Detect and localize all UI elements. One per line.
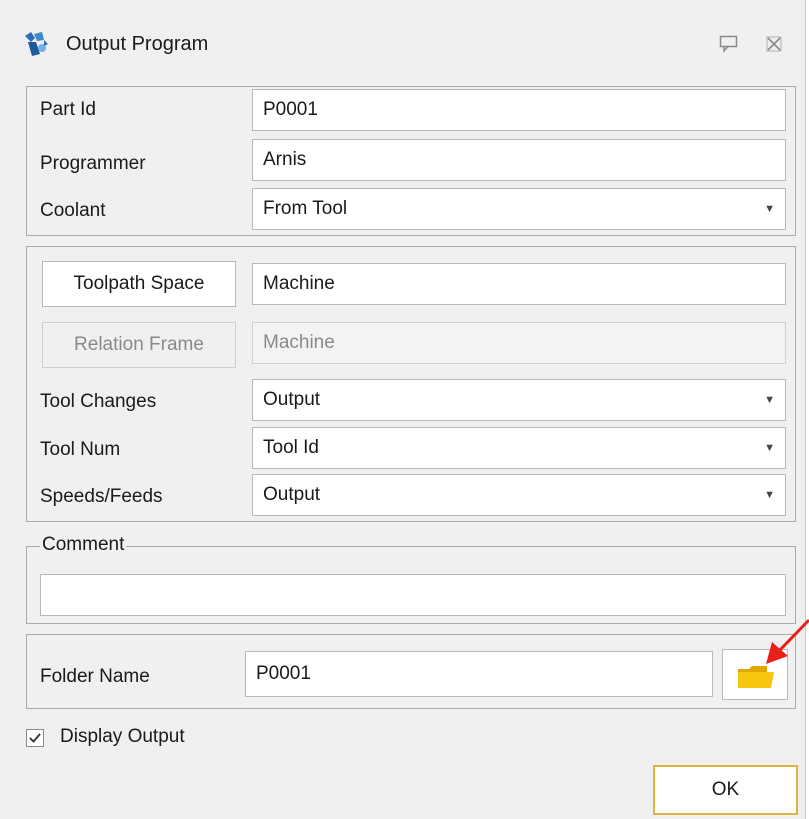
display-output-label: Display Output bbox=[60, 726, 185, 747]
speeds-feeds-value: Output bbox=[263, 484, 321, 505]
output-program-dialog: Output Program Part Id P0001 Programmer … bbox=[0, 0, 806, 819]
close-icon[interactable] bbox=[766, 36, 782, 52]
coolant-label: Coolant bbox=[40, 200, 106, 221]
part-id-field[interactable]: P0001 bbox=[252, 89, 786, 131]
tool-num-dropdown[interactable]: Tool Id ▼ bbox=[252, 427, 786, 469]
relation-frame-button[interactable]: Relation Frame bbox=[42, 322, 236, 368]
speech-bubble-pin-icon[interactable] bbox=[719, 35, 739, 53]
comment-legend: Comment bbox=[40, 534, 127, 556]
folder-name-label: Folder Name bbox=[40, 666, 150, 687]
tool-changes-dropdown[interactable]: Output ▼ bbox=[252, 379, 786, 421]
folder-icon bbox=[737, 665, 775, 695]
ok-button[interactable]: OK bbox=[653, 765, 798, 815]
program-output-icon bbox=[22, 30, 50, 58]
display-output-checkbox[interactable] bbox=[26, 729, 44, 747]
programmer-field[interactable]: Arnis bbox=[252, 139, 786, 181]
toolpath-space-button[interactable]: Toolpath Space bbox=[42, 261, 236, 307]
folder-name-field[interactable]: P0001 bbox=[245, 651, 713, 697]
title-bar: Output Program bbox=[0, 0, 805, 88]
speeds-feeds-dropdown[interactable]: Output ▼ bbox=[252, 474, 786, 516]
toolpath-space-field[interactable]: Machine bbox=[252, 263, 786, 305]
speeds-feeds-label: Speeds/Feeds bbox=[40, 486, 163, 507]
checkmark-icon bbox=[29, 733, 41, 743]
tool-changes-label: Tool Changes bbox=[40, 391, 157, 412]
chevron-down-icon[interactable]: ▼ bbox=[764, 189, 775, 229]
chevron-down-icon[interactable]: ▼ bbox=[764, 380, 775, 420]
tool-changes-value: Output bbox=[263, 389, 321, 410]
tool-num-label: Tool Num bbox=[40, 439, 121, 460]
part-id-label: Part Id bbox=[40, 99, 96, 120]
chevron-down-icon[interactable]: ▼ bbox=[764, 475, 775, 515]
chevron-down-icon[interactable]: ▼ bbox=[764, 428, 775, 468]
coolant-dropdown[interactable]: From Tool ▼ bbox=[252, 188, 786, 230]
tool-num-value: Tool Id bbox=[263, 437, 319, 458]
comment-field[interactable] bbox=[40, 574, 786, 616]
coolant-value: From Tool bbox=[263, 198, 348, 219]
annotation-arrow-icon bbox=[760, 614, 809, 666]
window-title: Output Program bbox=[66, 33, 209, 55]
programmer-label: Programmer bbox=[40, 153, 146, 174]
relation-frame-field: Machine bbox=[252, 322, 786, 364]
